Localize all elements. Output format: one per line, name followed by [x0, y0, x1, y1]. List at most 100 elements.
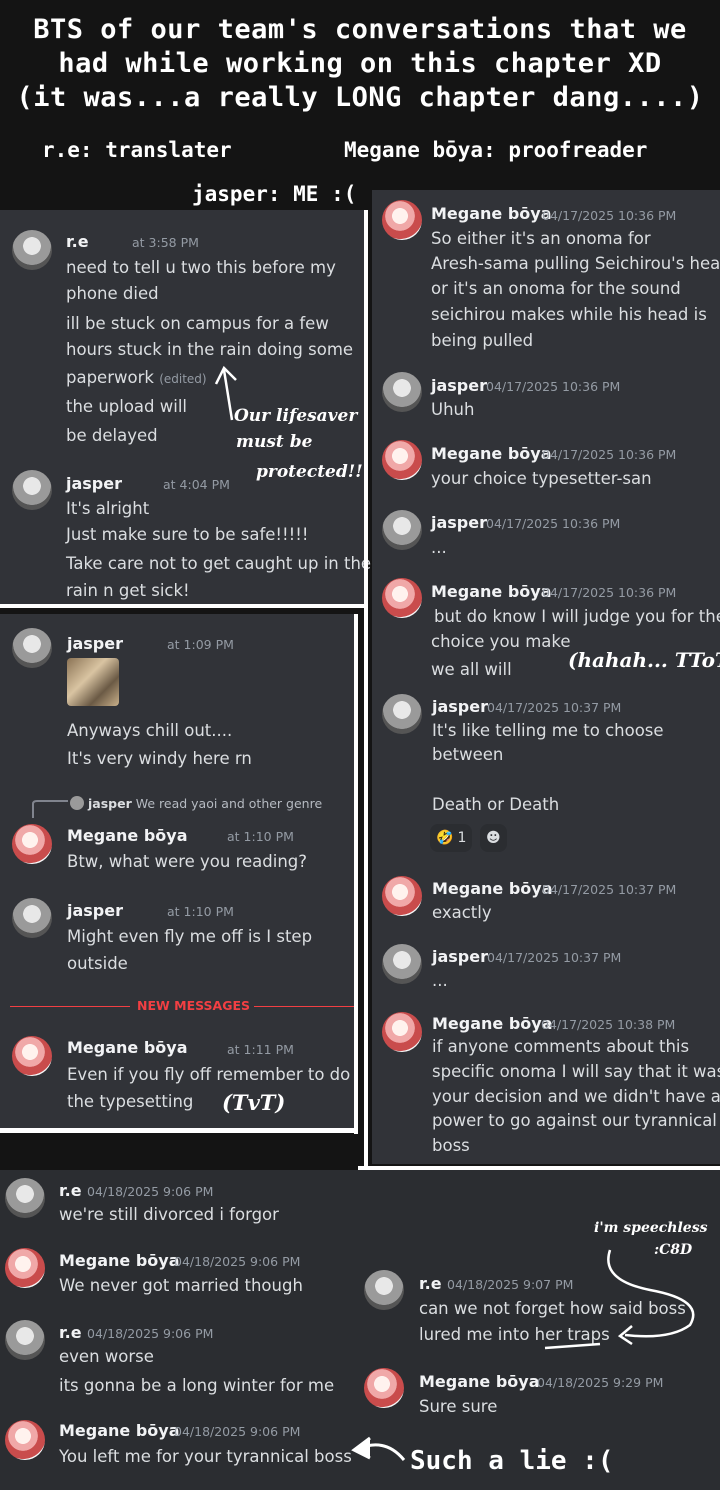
timestamp: 04/17/2025 10:36 PM	[486, 379, 621, 394]
message-line: exactly	[432, 903, 492, 922]
timestamp: 04/17/2025 10:36 PM	[542, 447, 677, 462]
timestamp: 04/17/2025 10:36 PM	[486, 516, 621, 531]
reply-preview[interactable]: jasper We read yaoi and other genre	[70, 796, 322, 811]
avatar[interactable]	[382, 510, 422, 550]
avatar[interactable]	[364, 1270, 404, 1310]
message-line: It's like telling me to choose	[432, 721, 664, 740]
avatar[interactable]	[12, 824, 52, 864]
new-messages-divider-line	[10, 1006, 130, 1007]
avatar[interactable]	[5, 1320, 45, 1360]
message-line: seichirou makes while his head is	[431, 305, 707, 324]
header-line-1: BTS of our team's conversations that we	[33, 14, 687, 45]
add-reaction-button[interactable]: ☻	[480, 824, 507, 852]
username[interactable]: r.e	[419, 1274, 442, 1293]
timestamp: 04/18/2025 9:06 PM	[174, 1254, 301, 1269]
message-line: It's very windy here rn	[67, 749, 252, 768]
username[interactable]: r.e	[59, 1323, 82, 1342]
new-messages-label: NEW MESSAGES	[137, 998, 251, 1013]
username[interactable]: jasper	[432, 697, 488, 716]
reply-username: jasper	[87, 796, 132, 811]
username[interactable]: Megane bōya	[67, 1038, 188, 1057]
reaction-pill[interactable]: 🤣 1	[430, 824, 473, 852]
timestamp: at 1:09 PM	[167, 637, 234, 652]
message-line: we're still divorced i forgor	[59, 1205, 279, 1224]
message-line: paperwork (edited)	[66, 368, 207, 387]
message-line: your choice typesetter-san	[431, 469, 652, 488]
credit-typesetter: jasper: ME :(	[192, 182, 357, 206]
timestamp: 04/18/2025 9:06 PM	[87, 1326, 214, 1341]
message-line: Death or Death	[432, 795, 560, 814]
message-line: need to tell u two this before my	[66, 258, 336, 277]
message-line: but do know I will judge you for the	[434, 607, 720, 626]
timestamp: 04/17/2025 10:37 PM	[487, 700, 622, 715]
username[interactable]: Megane bōya	[432, 879, 553, 898]
chat-panel-4: r.e 04/18/2025 9:06 PM we're still divor…	[0, 1170, 720, 1490]
avatar[interactable]	[12, 1036, 52, 1076]
message-line: Take care not to get caught up in the	[66, 554, 372, 573]
avatar[interactable]	[382, 944, 422, 984]
avatar[interactable]	[12, 898, 52, 938]
timestamp: at 1:10 PM	[227, 829, 294, 844]
username[interactable]: jasper	[431, 376, 487, 395]
avatar[interactable]	[382, 578, 422, 618]
message-line: boss	[432, 1136, 470, 1155]
message-line: Uhuh	[431, 400, 475, 419]
avatar[interactable]	[5, 1248, 45, 1288]
username[interactable]: jasper	[432, 947, 488, 966]
curved-arrow-icon	[544, 1249, 695, 1350]
reaction-count: 1	[457, 830, 467, 846]
username[interactable]: Megane bōya	[67, 826, 188, 845]
message-line: Might even fly me off is I step	[67, 927, 313, 946]
handwritten-note: (TvT)	[222, 1090, 286, 1115]
avatar[interactable]	[382, 372, 422, 412]
avatar[interactable]	[12, 230, 52, 270]
username[interactable]: r.e	[59, 1181, 82, 1200]
handwritten-note: Such a lie :(	[410, 1446, 614, 1476]
username[interactable]: Megane bōya	[59, 1251, 180, 1270]
username[interactable]: Megane bōya	[431, 204, 552, 223]
avatar[interactable]	[382, 200, 422, 240]
handwritten-note: must be	[236, 432, 313, 452]
username[interactable]: jasper	[67, 634, 123, 653]
username[interactable]: Megane bōya	[59, 1421, 180, 1440]
timestamp: 04/18/2025 9:29 PM	[537, 1375, 664, 1390]
message-line: specific onoma I will say that it was	[432, 1062, 720, 1081]
curved-arrow-icon	[351, 1436, 406, 1461]
username[interactable]: Megane bōya	[431, 582, 552, 601]
username[interactable]: Megane bōya	[431, 444, 552, 463]
avatar[interactable]	[382, 694, 422, 734]
username[interactable]: Megane bōya	[432, 1014, 553, 1033]
avatar[interactable]	[364, 1368, 404, 1408]
timestamp: at 1:10 PM	[167, 904, 234, 919]
message-line: if anyone comments about this	[432, 1037, 690, 1056]
message-line: Just make sure to be safe!!!!!	[66, 525, 309, 544]
username[interactable]: Megane bōya	[419, 1372, 540, 1391]
username[interactable]: jasper	[431, 513, 487, 532]
timestamp: 04/17/2025 10:37 PM	[542, 882, 677, 897]
avatar[interactable]	[382, 440, 422, 480]
avatar[interactable]	[382, 1012, 422, 1052]
header-line-2: had while working on this chapter XD	[58, 48, 662, 79]
message-line: ...	[431, 538, 447, 557]
credit-proofreader: Megane bōya: proofreader	[344, 138, 648, 162]
message-line: Aresh-sama pulling Seichirou's head	[431, 254, 720, 273]
username[interactable]: r.e	[66, 232, 89, 251]
avatar[interactable]	[12, 628, 52, 668]
panel-border	[354, 614, 358, 1134]
image-attachment[interactable]	[67, 658, 119, 706]
avatar[interactable]	[5, 1420, 45, 1460]
message-line: It's alright	[66, 499, 150, 518]
timestamp: at 4:04 PM	[163, 477, 230, 492]
avatar[interactable]	[5, 1178, 45, 1218]
timestamp: 04/18/2025 9:06 PM	[87, 1184, 214, 1199]
reply-line-icon	[32, 800, 68, 818]
panel-border	[0, 1128, 358, 1133]
timestamp: 04/17/2025 10:37 PM	[487, 950, 622, 965]
avatar[interactable]	[382, 876, 422, 916]
message-line: Btw, what were you reading?	[67, 852, 308, 871]
username[interactable]: jasper	[66, 474, 122, 493]
edited-label: (edited)	[159, 372, 207, 386]
avatar[interactable]	[12, 470, 52, 510]
message-line: We never got married though	[59, 1276, 303, 1295]
username[interactable]: jasper	[67, 901, 123, 920]
